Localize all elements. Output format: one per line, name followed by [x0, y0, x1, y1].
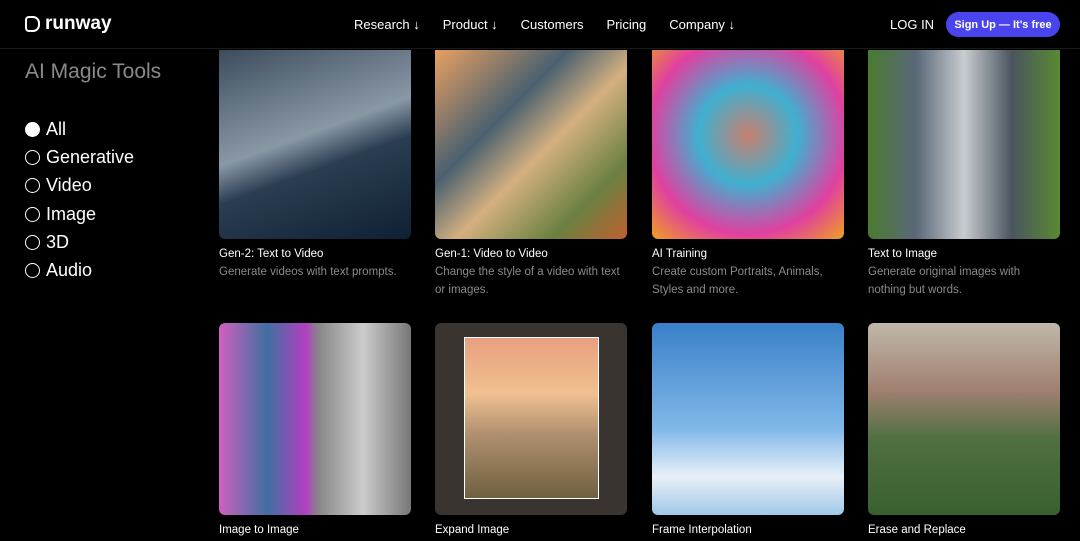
nav-customers[interactable]: Customers	[521, 17, 584, 32]
nav-product[interactable]: Product ↓	[443, 17, 498, 32]
card-thumbnail	[652, 323, 844, 515]
filter-label: Video	[46, 175, 92, 196]
radio-icon	[25, 149, 40, 165]
filter-audio[interactable]: Audio	[25, 256, 134, 284]
filter-3d[interactable]: 3D	[25, 228, 134, 256]
tool-card[interactable]: Expand Image	[435, 323, 627, 536]
card-title: Erase and Replace	[868, 524, 966, 536]
tool-card[interactable]: Frame Interpolation	[652, 323, 844, 536]
card-thumbnail	[435, 323, 627, 515]
card-title: Expand Image	[435, 524, 510, 536]
brand-name: runway	[45, 13, 112, 34]
radio-icon	[25, 206, 40, 222]
filter-label: Generative	[46, 146, 135, 167]
card-thumbnail	[219, 50, 411, 239]
card-description: Change the style of a video with text or…	[435, 266, 620, 296]
radio-icon	[25, 263, 40, 279]
card-title: Frame Interpolation	[652, 524, 752, 536]
card-description: Generate videos with text prompts.	[219, 266, 397, 278]
filter-label: All	[46, 118, 67, 139]
tool-card[interactable]: Gen-1: Video to Video Change the style o…	[435, 50, 627, 299]
tool-card[interactable]: AI Training Create custom Portraits, Ani…	[652, 50, 844, 299]
filter-image[interactable]: Image	[25, 200, 134, 228]
nav-pricing[interactable]: Pricing	[607, 17, 647, 32]
card-description: Generate original images with nothing bu…	[868, 266, 1021, 296]
filter-label: Image	[46, 203, 97, 224]
card-title: Text to Image	[868, 248, 938, 260]
top-nav: runway Research ↓ Product ↓ Customers Pr…	[0, 0, 1080, 49]
card-thumbnail	[868, 323, 1060, 515]
runway-logo[interactable]: runway	[25, 13, 112, 35]
sidebar-title: AI Magic Tools	[25, 60, 162, 83]
tool-card[interactable]: Image to Image	[219, 323, 411, 536]
card-title: Image to Image	[219, 524, 299, 536]
card-title: AI Training	[652, 248, 707, 260]
filter-all[interactable]: All	[25, 115, 134, 143]
nav-company[interactable]: Company ↓	[669, 17, 735, 32]
card-title: Gen-1: Video to Video	[435, 248, 548, 260]
filter-list: All Generative Video Image 3D Audio	[25, 115, 134, 285]
card-thumbnail	[652, 50, 844, 239]
card-description: Create custom Portraits, Animals, Styles…	[652, 266, 823, 296]
radio-icon	[25, 178, 40, 194]
filter-label: Audio	[46, 260, 93, 281]
login-link[interactable]: LOG IN	[890, 17, 934, 32]
nav-research[interactable]: Research ↓	[354, 17, 420, 32]
card-thumbnail	[868, 50, 1060, 239]
tool-card[interactable]: Text to Image Generate original images w…	[868, 50, 1060, 299]
filter-video[interactable]: Video	[25, 172, 134, 200]
filter-label: 3D	[46, 231, 70, 252]
card-thumbnail	[435, 50, 627, 239]
card-thumbnail	[219, 323, 411, 515]
radio-icon	[25, 234, 40, 250]
tool-card[interactable]: Erase and Replace	[868, 323, 1060, 536]
card-title: Gen-2: Text to Video	[219, 248, 324, 260]
runway-logo-icon	[25, 16, 40, 32]
radio-icon	[25, 121, 40, 137]
crop-frame[interactable]	[464, 337, 599, 499]
signup-button[interactable]: Sign Up — It's free	[946, 12, 1060, 37]
tool-card[interactable]: Gen-2: Text to Video Generate videos wit…	[219, 50, 411, 281]
filter-generative[interactable]: Generative	[25, 143, 134, 171]
